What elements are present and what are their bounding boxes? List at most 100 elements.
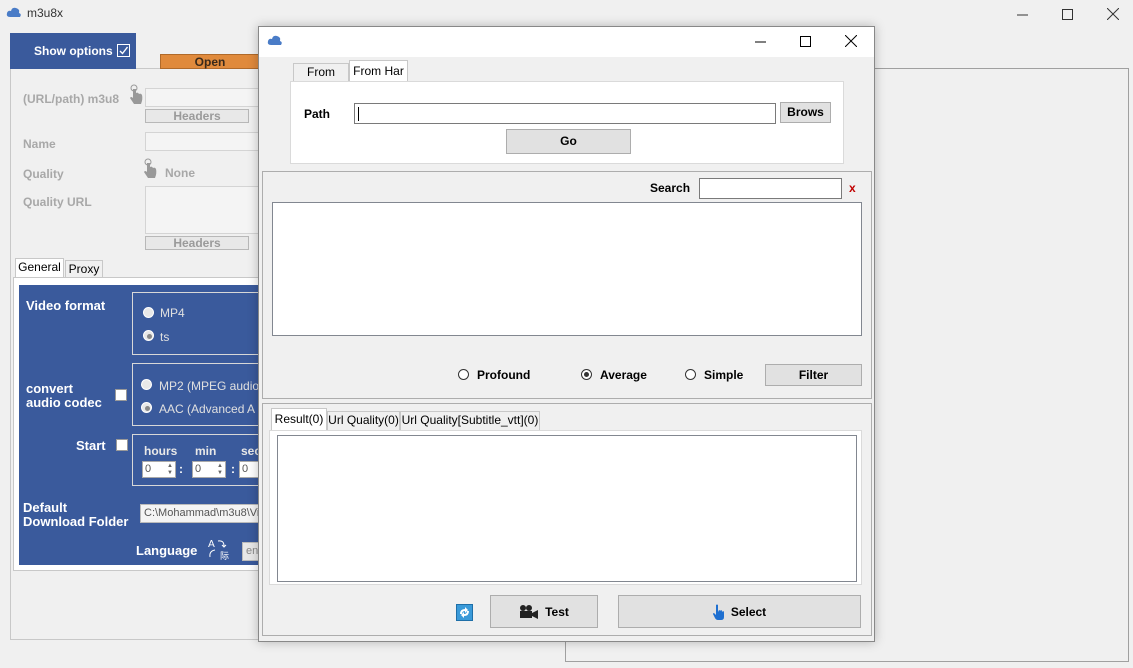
search-input[interactable] xyxy=(699,178,842,199)
average-label: Average xyxy=(600,368,647,382)
min-value: 0 xyxy=(195,463,202,475)
tab-result[interactable]: Result(0) xyxy=(271,408,327,431)
audio-codec-group xyxy=(132,363,260,426)
quality-url-label: Quality URL xyxy=(23,195,92,209)
har-dialog: From URL From Har Path Brows Go Search x… xyxy=(258,26,875,642)
clear-search-button[interactable]: x xyxy=(849,181,856,195)
minimize-button[interactable] xyxy=(999,0,1045,28)
tab-from-url[interactable]: From URL xyxy=(293,63,349,96)
stepper-arrows-icon: ▲ ▼ xyxy=(167,463,173,476)
radio-mp4[interactable] xyxy=(143,307,154,318)
start-label: Start xyxy=(76,438,106,453)
quality-url-input[interactable] xyxy=(145,186,260,234)
hand-pointer-icon xyxy=(128,84,144,106)
headers-button[interactable]: Headers xyxy=(145,109,249,123)
default-folder-label-1: Default xyxy=(23,500,68,515)
show-options-checkbox[interactable] xyxy=(117,44,130,57)
close-button[interactable] xyxy=(1090,0,1133,28)
tab-general[interactable]: General xyxy=(15,258,64,278)
results-list[interactable] xyxy=(277,435,857,582)
name-input[interactable] xyxy=(145,132,260,151)
url-path-label: (URL/path) m3u8 xyxy=(23,92,119,106)
dialog-close-button[interactable] xyxy=(828,27,874,55)
dialog-app-icon xyxy=(267,34,283,48)
start-time-group xyxy=(132,434,260,486)
path-input[interactable] xyxy=(354,103,776,124)
time-separator-2: : xyxy=(231,462,235,476)
start-checkbox[interactable] xyxy=(116,439,128,451)
stepper-arrows-icon: ▲ ▼ xyxy=(217,463,223,476)
radio-aac[interactable] xyxy=(141,402,152,413)
convert-audio-label-1: convert xyxy=(26,381,73,396)
hand-pointer-icon xyxy=(712,604,724,620)
hours-value: 0 xyxy=(145,463,152,475)
har-entries-list[interactable] xyxy=(272,202,862,336)
default-folder-input[interactable]: C:\Mohammad\m3u8\Vic xyxy=(140,504,260,523)
tab-proxy[interactable]: Proxy xyxy=(65,260,103,278)
profound-label: Profound xyxy=(477,368,531,382)
check-icon xyxy=(119,46,129,55)
search-label: Search xyxy=(650,181,691,195)
radio-mp2[interactable] xyxy=(141,379,152,390)
sec-value: 0 xyxy=(242,463,249,475)
convert-audio-label-2: audio codec xyxy=(26,395,102,410)
svg-text:际: 际 xyxy=(220,551,229,561)
translate-icon: A际 xyxy=(206,537,232,562)
go-button[interactable]: Go xyxy=(506,129,631,154)
hours-stepper[interactable]: 0 ▲ ▼ xyxy=(142,461,176,478)
text-cursor xyxy=(358,107,359,121)
maximize-icon xyxy=(799,35,811,47)
dialog-maximize-button[interactable] xyxy=(782,27,828,55)
filter-button[interactable]: Filter xyxy=(765,364,862,386)
simple-label: Simple xyxy=(704,368,744,382)
quality-hand-icon[interactable] xyxy=(142,158,158,180)
show-options-label: Show options xyxy=(34,44,113,58)
hours-label: hours xyxy=(144,444,178,458)
dialog-minimize-button[interactable] xyxy=(737,27,783,55)
quality-label: Quality xyxy=(23,167,64,181)
show-options-toggle[interactable]: Show options xyxy=(10,33,136,69)
close-icon xyxy=(1107,8,1119,20)
radio-average[interactable] xyxy=(581,369,592,380)
video-format-label: Video format xyxy=(26,298,106,313)
url-path-input[interactable] xyxy=(145,88,260,107)
convert-audio-checkbox[interactable] xyxy=(115,389,127,401)
headers2-button[interactable]: Headers xyxy=(145,236,249,250)
window-title: m3u8x xyxy=(27,6,64,20)
default-folder-label-2: Download Folder xyxy=(23,514,129,529)
minimize-icon xyxy=(754,41,766,42)
name-label: Name xyxy=(23,137,56,151)
tab-from-har[interactable]: From Har xyxy=(349,60,408,82)
open-button[interactable]: Open xyxy=(160,54,260,69)
time-separator-1: : xyxy=(179,462,183,476)
select-button[interactable]: Select xyxy=(618,595,861,628)
min-stepper[interactable]: 0 ▲ ▼ xyxy=(192,461,226,478)
app-icon xyxy=(6,6,22,20)
radio-ts[interactable] xyxy=(143,330,154,341)
browse-button[interactable]: Brows xyxy=(780,102,831,123)
select-label: Select xyxy=(730,604,767,619)
language-label: Language xyxy=(136,543,198,558)
refresh-icon[interactable] xyxy=(456,604,473,621)
svg-text:A: A xyxy=(208,539,215,550)
tab-url-quality[interactable]: Url Quality(0) xyxy=(327,411,400,431)
mp2-label: MP2 (MPEG audio xyxy=(159,379,259,393)
min-label: min xyxy=(195,444,217,458)
tab-url-quality-subtitle[interactable]: Url Quality[Subtitle_vtt](0) xyxy=(400,411,540,431)
radio-simple[interactable] xyxy=(685,369,696,380)
test-button[interactable]: Test xyxy=(490,595,598,628)
sec-stepper[interactable]: 0 xyxy=(239,461,260,478)
path-label: Path xyxy=(304,107,331,121)
minimize-icon xyxy=(1016,14,1028,15)
ts-label: ts xyxy=(160,330,170,344)
maximize-button[interactable] xyxy=(1044,0,1090,28)
video-format-group xyxy=(132,292,260,355)
aac-label: AAC (Advanced A xyxy=(159,402,256,416)
maximize-icon xyxy=(1061,8,1073,20)
radio-profound[interactable] xyxy=(458,369,469,380)
close-icon xyxy=(845,35,857,47)
video-camera-icon xyxy=(520,604,539,619)
test-label: Test xyxy=(545,604,569,619)
mp4-label: MP4 xyxy=(160,306,185,320)
quality-value: None xyxy=(165,166,195,180)
